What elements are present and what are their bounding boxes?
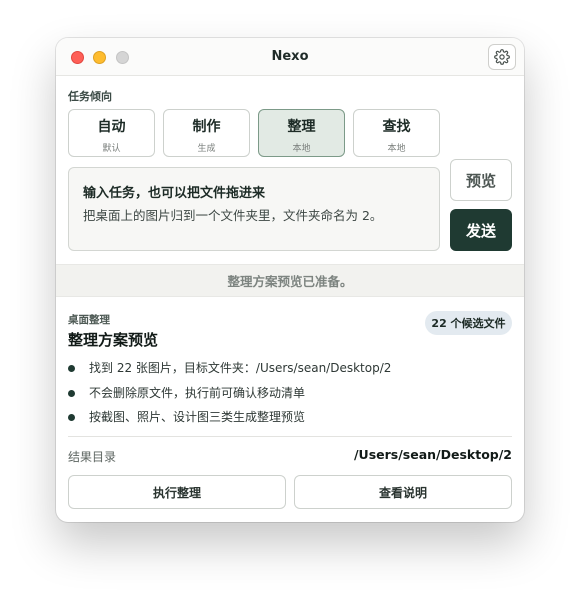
mode-title: 制作 xyxy=(192,119,221,135)
send-button[interactable]: 发送 xyxy=(450,209,512,251)
list-item-text: 找到 22 张图片，目标文件夹：/Users/sean/Desktop/2 xyxy=(89,361,392,375)
settings-button[interactable] xyxy=(488,44,516,70)
bullet-icon xyxy=(68,389,75,397)
mode-organize-button[interactable]: 整理 本地 xyxy=(258,109,345,157)
task-input-value[interactable]: 把桌面上的图片归到一个文件夹里，文件夹命名为 2。 xyxy=(83,205,382,224)
result-directory-label: 结果目录 xyxy=(68,450,117,464)
app-window: Nexo 任务倾向 自动 默认 制作 生成 整理 本地 查找 本地 输入任务，也… xyxy=(56,38,524,522)
bullet-icon xyxy=(68,365,75,372)
intent-label: 任务倾向 xyxy=(68,90,112,103)
mode-auto-button[interactable]: 自动 默认 xyxy=(68,109,155,157)
title-bar: Nexo xyxy=(56,38,524,76)
mode-search-button[interactable]: 查找 本地 xyxy=(353,109,440,157)
mode-title: 整理 xyxy=(287,119,316,135)
task-input-heading: 输入任务，也可以把文件拖进来 xyxy=(83,186,266,201)
view-docs-button[interactable]: 查看说明 xyxy=(294,475,512,509)
mode-subtitle: 本地 xyxy=(292,144,311,154)
result-directory-path: /Users/sean/Desktop/2 xyxy=(353,447,512,462)
mode-title: 查找 xyxy=(382,119,411,135)
preview-button[interactable]: 预览 xyxy=(450,159,512,201)
mode-title: 自动 xyxy=(97,119,126,135)
list-item: 按截图、照片、设计图三类生成整理预览 xyxy=(68,406,512,431)
plan-bullet-list: 找到 22 张图片，目标文件夹：/Users/sean/Desktop/2 不会… xyxy=(68,357,512,431)
list-item: 找到 22 张图片，目标文件夹：/Users/sean/Desktop/2 xyxy=(68,357,512,382)
bullet-icon xyxy=(68,414,75,421)
list-item-text: 按截图、照片、设计图三类生成整理预览 xyxy=(89,410,306,424)
mode-create-button[interactable]: 制作 生成 xyxy=(163,109,250,157)
list-item: 不会删除原文件，执行前可确认移动清单 xyxy=(68,382,512,407)
window-title: Nexo xyxy=(271,49,309,64)
mode-subtitle: 本地 xyxy=(387,144,406,154)
plan-category: 桌面整理 xyxy=(68,314,110,326)
list-item-text: 不会删除原文件，执行前可确认移动清单 xyxy=(89,385,306,400)
divider xyxy=(68,436,512,437)
plan-title: 整理方案预览 xyxy=(68,331,159,349)
status-message: 整理方案预览已准备。 xyxy=(56,264,524,297)
gear-icon xyxy=(494,49,510,65)
task-input[interactable]: 输入任务，也可以把文件拖进来 把桌面上的图片归到一个文件夹里，文件夹命名为 2。 xyxy=(68,167,440,251)
run-organize-button[interactable]: 执行整理 xyxy=(68,475,286,509)
mode-subtitle: 默认 xyxy=(102,144,121,154)
candidate-count-badge: 22 个候选文件 xyxy=(425,311,512,335)
mode-subtitle: 生成 xyxy=(197,144,216,154)
